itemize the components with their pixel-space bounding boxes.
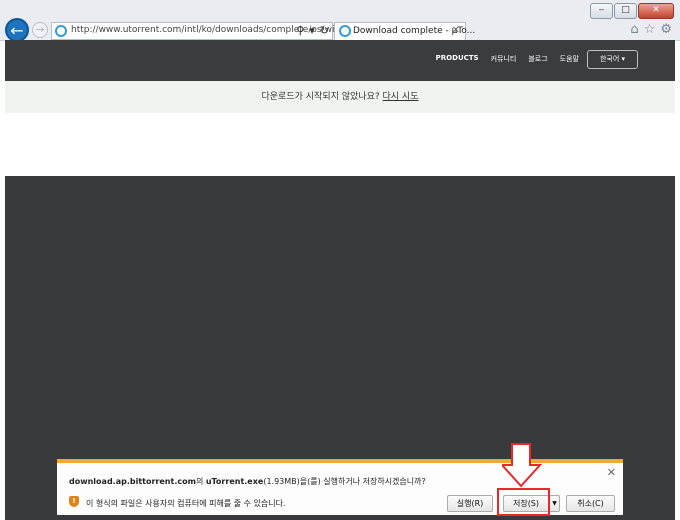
close-notification-icon[interactable]: ✕: [607, 466, 616, 479]
download-notice: 다운로드가 시작되지 않았나요? 다시 시도: [5, 81, 675, 113]
restore-button[interactable]: □: [614, 3, 637, 19]
notice-text: 다운로드가 시작되지 않았나요?: [261, 92, 380, 102]
language-selector[interactable]: 한국어 ▾: [587, 50, 638, 69]
ie-logo-icon: [55, 25, 67, 37]
site-nav: PRODUCTS 커뮤니티 블로그 도움말 한국어 ▾: [5, 40, 675, 81]
dropdown-icon[interactable]: ▾: [309, 24, 315, 37]
language-label: 한국어: [599, 55, 620, 63]
window-controls: ‒ □ ✕: [590, 3, 674, 19]
shield-warning-icon: !: [69, 496, 79, 507]
toolbar-right: ⌂ ☆ ⚙: [630, 22, 672, 37]
chevron-down-icon: ▾: [621, 55, 626, 63]
address-bar[interactable]: http://www.utorrent.com/intl/ko/download…: [51, 22, 343, 40]
download-message-part1: 의: [195, 477, 206, 486]
nav-item-products[interactable]: PRODUCTS: [436, 54, 479, 64]
nav-item-help[interactable]: 도움말: [560, 54, 579, 64]
ie-logo-icon: [339, 25, 351, 37]
nav-menu: PRODUCTS 커뮤니티 블로그 도움말: [436, 54, 579, 64]
download-message-part2: (1.93MB)을(를) 실행하거나 저장하시겠습니까?: [263, 477, 426, 486]
minimize-button[interactable]: ‒: [590, 3, 613, 19]
tab-download-complete[interactable]: Download complete - μTo... ✕: [334, 22, 475, 40]
back-icon[interactable]: ←: [5, 18, 29, 42]
retry-link[interactable]: 다시 시도: [383, 92, 419, 102]
forward-icon[interactable]: →: [32, 22, 48, 38]
browser-chrome: ‒ □ ✕ ← → http://www.utorrent.com/intl/k…: [0, 0, 680, 42]
cancel-button[interactable]: 취소(C): [566, 495, 615, 512]
favorites-star-icon[interactable]: ☆: [644, 22, 656, 37]
address-tools: ⚲ ▾ ↻: [296, 24, 329, 37]
home-icon[interactable]: ⌂: [630, 22, 638, 37]
refresh-icon[interactable]: ↻: [320, 24, 329, 37]
nav-item-community[interactable]: 커뮤니티: [491, 54, 517, 64]
arrow-down-annotation-icon: [502, 443, 542, 487]
download-message: download.ap.bittorrent.com의 uTorrent.exe…: [69, 476, 426, 487]
close-window-button[interactable]: ✕: [638, 3, 674, 19]
run-button[interactable]: 실행(R): [447, 495, 493, 512]
settings-gear-icon[interactable]: ⚙: [660, 22, 672, 37]
nav-item-blog[interactable]: 블로그: [528, 54, 547, 64]
close-tab-icon[interactable]: ✕: [452, 25, 460, 36]
save-options-dropdown[interactable]: ▼: [549, 495, 560, 512]
save-highlight-box: [497, 488, 550, 516]
warning-text: 이 형식의 파일은 사용자의 컴퓨터에 피해를 줄 수 있습니다.: [86, 499, 286, 508]
download-filename: uTorrent.exe: [205, 477, 264, 486]
download-host: download.ap.bittorrent.com: [69, 477, 196, 486]
search-icon[interactable]: ⚲: [296, 24, 304, 37]
